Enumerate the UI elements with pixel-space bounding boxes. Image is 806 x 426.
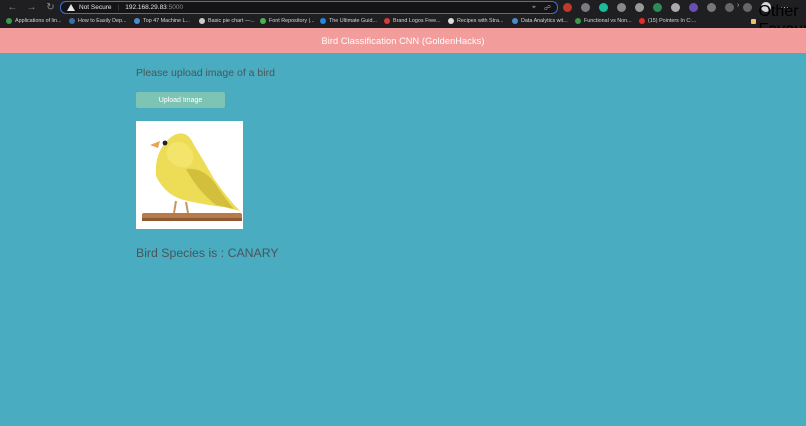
back-arrow-icon[interactable]: ← (3, 0, 22, 15)
extension-leaf-icon[interactable] (653, 2, 662, 12)
bookmark-label: The Ultimate Guid... (329, 18, 377, 24)
bookmark-item[interactable]: Basic pie chart —... (199, 18, 255, 24)
bookmark-label: Top 47 Machine L... (143, 18, 191, 24)
bookmark-item[interactable]: Top 47 Machine L... (134, 18, 190, 24)
page-title: Bird Classification CNN (GoldenHacks) (321, 35, 485, 46)
red-circle-icon (384, 18, 390, 24)
extension-red-icon[interactable] (563, 2, 572, 12)
frame-icon (448, 18, 454, 24)
url-host: 192.168.29.83 (125, 4, 167, 11)
star-icon[interactable] (725, 2, 734, 12)
youtube-icon (639, 18, 645, 24)
bookmark-label: Applications of lin... (15, 18, 62, 24)
bookmarks-bar: Applications of lin... How to Easily Dep.… (0, 15, 806, 28)
address-bar[interactable]: Not Secure | 192.168.29.83:5000 ⌖ ☍ (60, 1, 558, 14)
canary-bird-icon (136, 121, 243, 229)
extension-icon[interactable]: ☍ (544, 4, 551, 12)
blue-square-icon (320, 18, 326, 24)
extension-gray-icon[interactable] (581, 2, 590, 12)
bookmark-label: (15) Pointers In C:... (648, 18, 697, 24)
extension-circle-icon[interactable] (671, 2, 680, 12)
bookmark-item[interactable]: The Ultimate Guid... (320, 18, 377, 24)
upload-image-button[interactable]: Upload Image (136, 92, 225, 108)
reload-icon[interactable]: ↻ (41, 0, 60, 15)
blue-circle-icon (134, 18, 140, 24)
bar-chart-icon (512, 18, 518, 24)
extension-gear-icon[interactable] (635, 2, 644, 12)
chevron-right-icon[interactable]: › (737, 2, 739, 9)
green-circle-icon (260, 18, 266, 24)
grid-icon[interactable]: ⌖ (532, 4, 536, 12)
browser-chrome: ← → ↻ Not Secure | 192.168.29.83:5000 ⌖ … (0, 0, 806, 38)
bookmark-item[interactable]: Brand Logos Free... (384, 18, 441, 24)
extension-f-icon[interactable] (617, 2, 626, 12)
bookmark-item[interactable]: Applications of lin... (6, 18, 61, 24)
extension-green-icon[interactable] (599, 2, 608, 12)
bookmark-label: Brand Logos Free... (393, 18, 441, 24)
bookmark-label: Data Analytics wit... (521, 18, 568, 24)
green-dash-icon (575, 18, 581, 24)
gray-circle-icon (199, 18, 205, 24)
url-separator: | (117, 4, 120, 11)
bookmark-label: Functional vs Non... (584, 18, 632, 24)
extension-purple-icon[interactable] (689, 2, 698, 12)
bookmark-item[interactable]: Font Repository |... (260, 18, 314, 24)
bookmark-item[interactable]: How to Easily Dep... (69, 18, 127, 24)
bookmark-label: How to Easily Dep... (78, 18, 127, 24)
puzzle-icon[interactable] (707, 2, 716, 12)
security-label: Not Secure (79, 4, 112, 11)
bookmark-label: Recipes with Stra... (457, 18, 504, 24)
app-header: Bird Classification CNN (GoldenHacks) (0, 28, 806, 53)
bookmark-label: Basic pie chart —... (208, 18, 255, 24)
bookmark-item[interactable]: (15) Pointers In C:... (639, 18, 696, 24)
green-leaf-icon (6, 18, 12, 24)
bookmark-item[interactable]: Data Analytics wit... (512, 18, 568, 24)
forward-arrow-icon[interactable]: → (22, 0, 41, 15)
bookmark-item[interactable]: Functional vs Non... (575, 18, 632, 24)
upload-prompt: Please upload image of a bird (136, 67, 275, 79)
url-port: :5000 (166, 4, 184, 11)
bookmark-item[interactable]: Recipes with Stra... (448, 18, 503, 24)
uploaded-bird-image (136, 121, 243, 229)
folder-icon (751, 18, 756, 24)
bookmark-label: Font Repository |... (269, 18, 315, 24)
warning-icon (67, 4, 75, 11)
prediction-result: Bird Species is : CANARY (136, 246, 279, 260)
blue-circle-icon (69, 18, 75, 24)
